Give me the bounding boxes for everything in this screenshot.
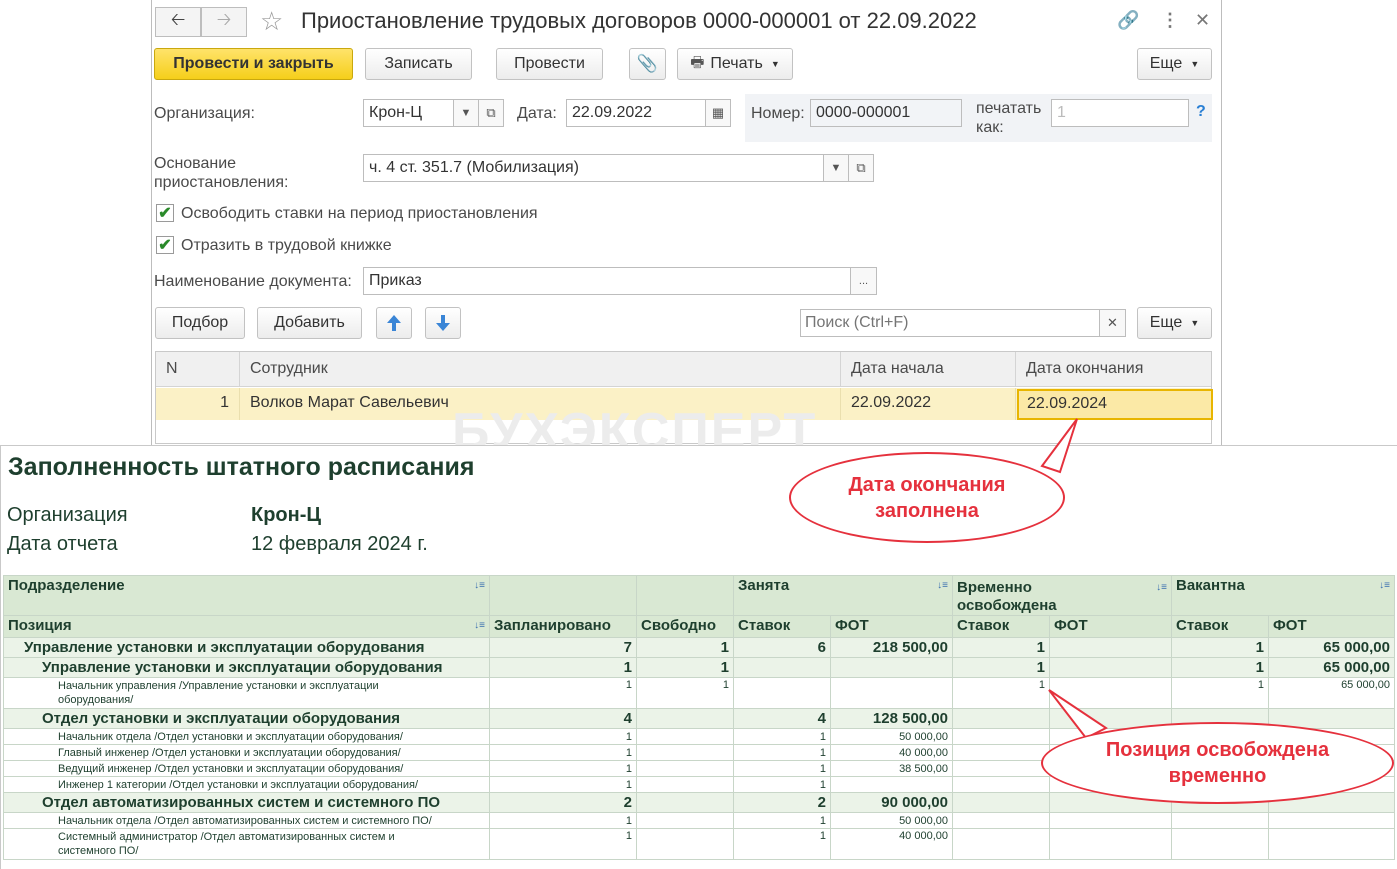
callout-pointer-position (1048, 689, 1108, 740)
callout-pointer-end-date (1040, 418, 1078, 474)
callout-position: Позиция освобождена временно (1041, 722, 1394, 804)
callout-end-date: Дата окончания заполнена (789, 452, 1065, 543)
